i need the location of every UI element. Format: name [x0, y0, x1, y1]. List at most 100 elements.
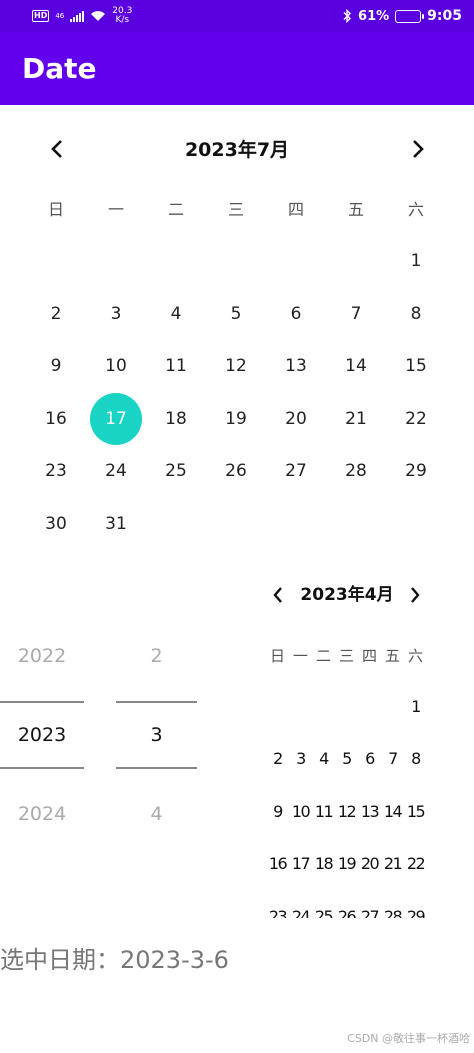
- mini-calendar-day[interactable]: 20: [358, 838, 381, 891]
- mini-calendar-day[interactable]: 12: [335, 785, 358, 838]
- calendar-weekday-row: 日一二三四五六: [26, 192, 446, 228]
- network-speed: 20.3 K/s: [112, 6, 133, 25]
- signal-icon: [70, 10, 85, 22]
- clock: 9:05: [427, 8, 462, 24]
- calendar-day[interactable]: 11: [146, 340, 206, 393]
- mini-calendar-day[interactable]: 16: [266, 838, 289, 891]
- year-picker[interactable]: 2022 2023 2024: [0, 628, 84, 843]
- month-picker-current[interactable]: 3: [116, 710, 197, 760]
- mini-calendar-day[interactable]: 3: [289, 733, 312, 786]
- calendar-day[interactable]: 23: [26, 445, 86, 498]
- calendar-day[interactable]: 15: [386, 340, 446, 393]
- year-picker-current[interactable]: 2023: [0, 710, 84, 760]
- mini-calendar-day[interactable]: 25: [312, 890, 335, 918]
- calendar-day-selected[interactable]: 17: [86, 392, 146, 446]
- mini-calendar-day[interactable]: 7: [381, 733, 404, 786]
- mini-calendar-day[interactable]: 21: [381, 838, 404, 891]
- calendar-next-month-button[interactable]: [403, 134, 433, 164]
- calendar-day[interactable]: 1: [386, 235, 446, 288]
- status-left: HD 46 20.3 K/s: [32, 7, 132, 25]
- mini-calendar-empty-cell: [289, 680, 312, 733]
- calendar-weekday: 二: [167, 200, 184, 219]
- mini-calendar-day[interactable]: 13: [358, 785, 381, 838]
- calendar-day[interactable]: 3: [86, 288, 146, 341]
- battery-icon: [395, 9, 425, 23]
- calendar-day[interactable]: 4: [146, 288, 206, 341]
- year-picker-next[interactable]: 2024: [0, 789, 84, 839]
- mini-calendar-day[interactable]: 17: [289, 838, 312, 891]
- chevron-right-icon: [411, 587, 420, 603]
- mini-calendar-day[interactable]: 29: [404, 890, 427, 918]
- mini-calendar-day[interactable]: 5: [335, 733, 358, 786]
- mini-calendar-day[interactable]: 2: [266, 733, 289, 786]
- app-title: Date: [22, 52, 97, 85]
- calendar-day[interactable]: 18: [146, 393, 206, 446]
- mini-calendar-empty-cell: [381, 680, 404, 733]
- calendar-day[interactable]: 24: [86, 445, 146, 498]
- mini-calendar-day[interactable]: 23: [266, 890, 289, 918]
- mini-calendar-day[interactable]: 22: [404, 838, 427, 891]
- mini-calendar-empty-cell: [312, 680, 335, 733]
- mini-calendar-day[interactable]: 9: [266, 785, 289, 838]
- calendar-day[interactable]: 5: [206, 288, 266, 341]
- calendar-day[interactable]: 9: [26, 340, 86, 393]
- calendar-empty-cell: [146, 235, 206, 288]
- mini-calendar-weekday: 六: [407, 647, 423, 665]
- month-picker-prev[interactable]: 2: [116, 631, 197, 681]
- mini-calendar-day[interactable]: 15: [404, 785, 427, 838]
- mini-calendar-day[interactable]: 19: [335, 838, 358, 891]
- calendar-empty-cell: [326, 235, 386, 288]
- mini-calendar-day[interactable]: 27: [358, 890, 381, 918]
- calendar-day[interactable]: 6: [266, 288, 326, 341]
- calendar-day[interactable]: 30: [26, 498, 86, 551]
- calendar-day[interactable]: 27: [266, 445, 326, 498]
- mini-calendar-day[interactable]: 18: [312, 838, 335, 891]
- year-picker-prev[interactable]: 2022: [0, 631, 84, 681]
- mini-calendar-day[interactable]: 24: [289, 890, 312, 918]
- calendar-day[interactable]: 10: [86, 340, 146, 393]
- calendar-day[interactable]: 28: [326, 445, 386, 498]
- month-picker-next[interactable]: 4: [116, 789, 197, 839]
- calendar-weekday: 日: [47, 200, 64, 219]
- mini-calendar-day[interactable]: 26: [335, 890, 358, 918]
- calendar-day[interactable]: 8: [386, 288, 446, 341]
- calendar-day[interactable]: 2: [26, 288, 86, 341]
- calendar-day[interactable]: 25: [146, 445, 206, 498]
- mini-calendar-day[interactable]: 6: [358, 733, 381, 786]
- calendar-prev-month-button[interactable]: [42, 134, 72, 164]
- calendar-day[interactable]: 7: [326, 288, 386, 341]
- bluetooth-icon: [343, 9, 352, 23]
- calendar-day[interactable]: 29: [386, 445, 446, 498]
- calendar-day[interactable]: 22: [386, 393, 446, 446]
- mini-calendar-day[interactable]: 28: [381, 890, 404, 918]
- mini-calendar-day[interactable]: 1: [404, 680, 427, 733]
- mini-calendar-day[interactable]: 14: [381, 785, 404, 838]
- mini-calendar-scroll[interactable]: 1 2 3 4 5 6 7 8 9 10 11 12 13 14 15 16 17 18 19 20 21 22 23 24 2…: [266, 680, 427, 918]
- calendar-day[interactable]: 19: [206, 393, 266, 446]
- calendar-day[interactable]: 16: [26, 393, 86, 446]
- calendar-day[interactable]: 13: [266, 340, 326, 393]
- picker-divider: [0, 767, 84, 769]
- calendar-day[interactable]: 12: [206, 340, 266, 393]
- watermark: CSDN @敬往事一杯酒哈: [347, 1032, 470, 1045]
- calendar-weekday: 五: [347, 200, 364, 219]
- mini-calendar-header: 2023年4月: [262, 578, 432, 612]
- mini-calendar-month-title: 2023年4月: [300, 585, 394, 605]
- picker-divider: [0, 701, 84, 703]
- mini-calendar-next-month-button[interactable]: [403, 582, 427, 608]
- mini-calendar-day[interactable]: 4: [312, 733, 335, 786]
- mini-calendar-prev-month-button[interactable]: [266, 582, 290, 608]
- mini-calendar-weekday: 一: [292, 647, 308, 665]
- calendar-day[interactable]: 31: [86, 498, 146, 551]
- calendar-day[interactable]: 26: [206, 445, 266, 498]
- calendar-empty-cell: [86, 235, 146, 288]
- calendar-day[interactable]: 14: [326, 340, 386, 393]
- mini-calendar-day[interactable]: 8: [404, 733, 427, 786]
- mini-calendar-day[interactable]: 11: [312, 785, 335, 838]
- calendar-header: 2023年7月: [0, 130, 474, 170]
- calendar-day[interactable]: 21: [326, 393, 386, 446]
- mini-calendar-day[interactable]: 10: [289, 785, 312, 838]
- network-type: 46: [55, 11, 65, 20]
- month-picker[interactable]: 2 3 4: [116, 628, 197, 843]
- calendar-day[interactable]: 20: [266, 393, 326, 446]
